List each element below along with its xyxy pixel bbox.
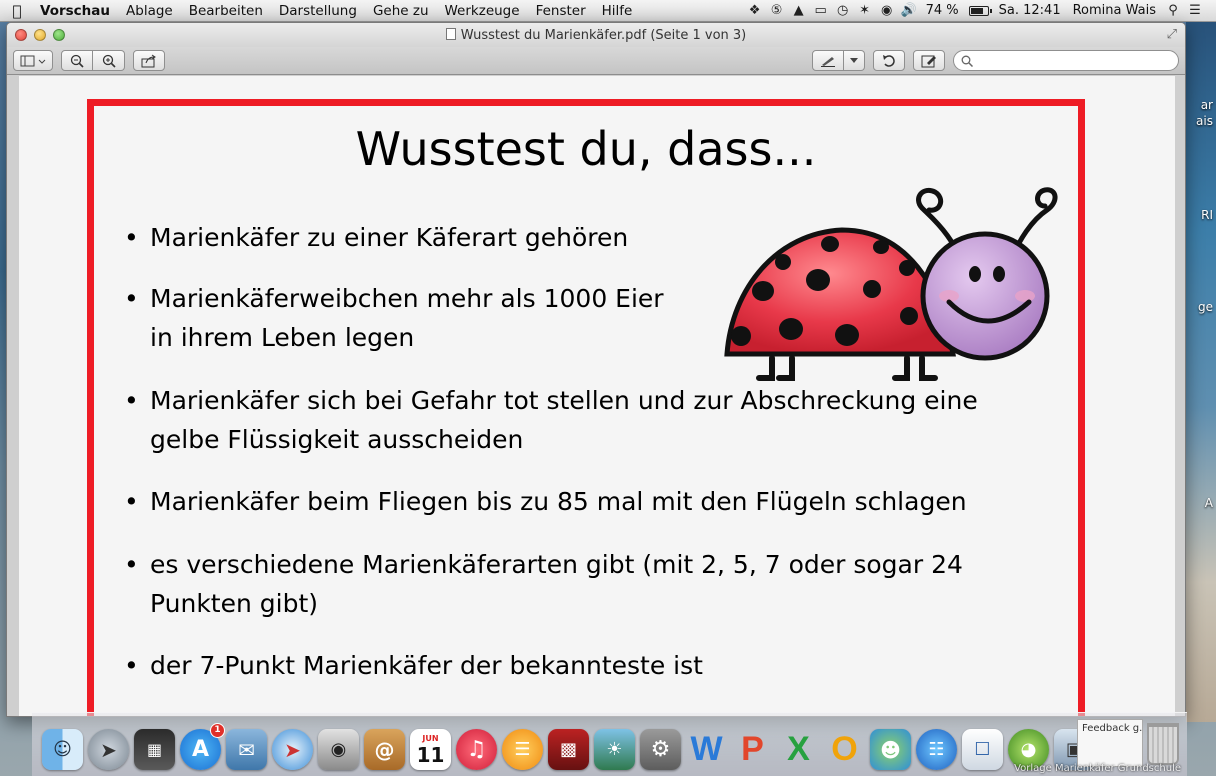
pdf-document-icon [445, 27, 456, 40]
annotate-button[interactable] [812, 50, 844, 71]
airplay-icon[interactable]: ▭ [810, 3, 832, 18]
zoom-out-button[interactable] [61, 50, 93, 71]
ladybug-illustration [724, 187, 1058, 381]
document-connection-icon[interactable]: ☐ [962, 729, 1003, 770]
volume-icon[interactable]: 🔊 [898, 3, 920, 18]
ibooks-icon[interactable]: ☰ [502, 729, 543, 770]
search-input[interactable] [953, 50, 1179, 71]
system-preferences-icon[interactable]: ⚙ [640, 729, 681, 770]
search-text[interactable] [977, 53, 1178, 68]
messenger-icon[interactable]: ☻ [870, 729, 911, 770]
list-item: der 7-Punkt Marienkäfer der bekannteste … [124, 646, 1024, 685]
chevron-down-icon [850, 57, 858, 63]
finder-icon[interactable]: ☺ [42, 729, 83, 770]
fullscreen-icon[interactable]: ⤢ [1167, 27, 1177, 42]
wifi-icon[interactable]: ◉ [876, 3, 898, 18]
calendar-day: 11 [416, 742, 445, 767]
excel-icon[interactable]: X [778, 729, 819, 770]
battery-percent[interactable]: 74 % [920, 3, 965, 18]
calendar-icon[interactable]: JUN 11 [410, 729, 451, 770]
menu-ablage[interactable]: Ablage [118, 3, 181, 19]
desktop-label-fragment: A [1204, 496, 1213, 510]
list-item: Marienkäferweibchen mehr als 1000 Eierin… [124, 279, 684, 357]
remote-desktop-icon[interactable]: ☷ [916, 729, 957, 770]
menu-user[interactable]: Romina Wais [1067, 3, 1162, 18]
menu-bearbeiten[interactable]: Bearbeiten [181, 3, 271, 19]
apple-menu-icon[interactable]:  [0, 2, 34, 20]
edit-icon [921, 55, 936, 67]
facetime-icon[interactable]: ◉ [318, 729, 359, 770]
annotate-menu-button[interactable] [844, 50, 865, 71]
word-icon[interactable]: W [686, 729, 727, 770]
pen-icon [821, 56, 835, 67]
window-title: Wusstest du Marienkäfer.pdf (Seite 1 von… [460, 27, 747, 43]
desktop-label-fragment: RI [1201, 208, 1213, 222]
time-machine-icon[interactable]: ◷ [832, 3, 854, 18]
trash-icon[interactable] [1147, 723, 1179, 765]
dock-stack-feedback[interactable]: Feedback g... [1077, 719, 1143, 767]
zoom-in-button[interactable] [93, 50, 125, 71]
edit-toolbar-button[interactable] [913, 50, 945, 71]
app-store-icon[interactable]: A1 [180, 723, 225, 770]
notification-center-icon[interactable]: ☰ [1184, 3, 1206, 18]
sidebar-icon [20, 55, 46, 66]
share-icon [141, 54, 156, 67]
menu-darstellung[interactable]: Darstellung [271, 3, 365, 19]
list-item: Marienkäfer sich bei Gefahr tot stellen … [124, 381, 1024, 459]
zoom-in-icon [102, 54, 116, 68]
app-store-badge: 1 [210, 723, 225, 738]
menu-werkzeuge[interactable]: Werkzeuge [437, 3, 528, 19]
iphoto-icon[interactable]: ☀ [594, 729, 635, 770]
feedback-label: Feedback g... [1082, 723, 1143, 734]
document-area[interactable]: Wusstest du, dass... • Marienkäfer zu ei… [7, 76, 1185, 716]
slide-title: Wusstest du, dass... [355, 122, 817, 176]
outlook-icon[interactable]: O [824, 729, 865, 770]
contacts-icon[interactable]: @ [364, 729, 405, 770]
mission-control-icon[interactable]: ▦ [134, 729, 175, 770]
pdf-page: Wusstest du, dass... • Marienkäfer zu ei… [19, 76, 1175, 716]
share-button[interactable] [133, 50, 165, 71]
list-item: Marienkäfer zu einer Käferart gehören [124, 218, 628, 257]
zoom-out-icon [70, 54, 84, 68]
safari-icon[interactable]: ➤ [272, 729, 313, 770]
desktop-label-fragment: ais [1196, 114, 1213, 128]
desktop-background: ar ais RI ge A [1186, 22, 1216, 722]
preview-window: Wusstest du Marienkäfer.pdf (Seite 1 von… [6, 22, 1186, 717]
rotate-icon [883, 54, 895, 67]
title-bar[interactable]: Wusstest du Marienkäfer.pdf (Seite 1 von… [7, 23, 1185, 47]
menu-bar:  Vorschau Ablage Bearbeiten Darstellung… [0, 0, 1216, 22]
list-item: es verschiedene Marienkäferarten gibt (m… [124, 545, 1004, 623]
desktop-label-fragment: ar [1200, 98, 1213, 112]
spotlight-icon[interactable]: ⚲ [1162, 3, 1184, 18]
rotate-button[interactable] [873, 50, 905, 71]
launchpad-icon[interactable]: ➤ [88, 729, 129, 770]
menu-hilfe[interactable]: Hilfe [594, 3, 641, 19]
drive-icon[interactable]: ▲ [788, 3, 810, 18]
dock: ☺ ➤ ▦ A1 ✉ ➤ ◉ @ JUN 11 ♫ ☰ ▩ ☀ ⚙ W P X … [32, 712, 1187, 776]
slide-frame: Wusstest du, dass... • Marienkäfer zu ei… [87, 99, 1085, 716]
search-icon [961, 55, 973, 67]
sidebar-view-button[interactable] [13, 50, 53, 71]
battery-icon[interactable] [968, 5, 992, 16]
menu-gehe-zu[interactable]: Gehe zu [365, 3, 437, 19]
menu-fenster[interactable]: Fenster [528, 3, 594, 19]
dropbox-icon[interactable]: ❖ [744, 3, 766, 18]
desktop-label-fragment: ge [1198, 300, 1213, 314]
powerpoint-icon[interactable]: P [732, 729, 773, 770]
menu-app-name[interactable]: Vorschau [34, 3, 118, 19]
toolbar [7, 47, 1185, 75]
itunes-icon[interactable]: ♫ [456, 729, 497, 770]
five-icon[interactable]: ⑤ [766, 3, 788, 18]
list-item: Marienkäfer beim Fliegen bis zu 85 mal m… [124, 482, 1024, 521]
calendar-month: JUN [422, 733, 439, 743]
bluetooth-icon[interactable]: ✶ [854, 3, 876, 18]
menu-clock[interactable]: Sa. 12:41 [993, 3, 1067, 18]
watermark-text: Vorlage Marienkäfer Grundschule [1014, 763, 1181, 774]
mail-icon[interactable]: ✉ [226, 729, 267, 770]
photo-booth-icon[interactable]: ▩ [548, 729, 589, 770]
